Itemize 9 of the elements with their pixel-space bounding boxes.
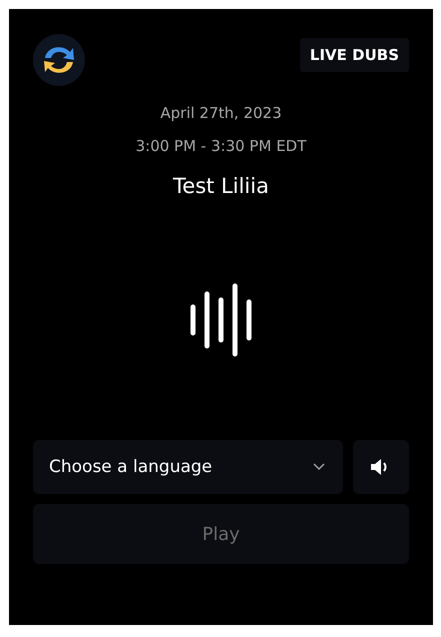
- event-time: 3:00 PM - 3:30 PM EDT: [134, 137, 308, 155]
- volume-button[interactable]: [353, 440, 409, 494]
- event-date: April 27th, 2023: [159, 104, 283, 122]
- audio-wave-icon: [190, 282, 252, 358]
- logo-icon: [33, 34, 85, 86]
- chevron-down-icon: [313, 463, 325, 471]
- event-title: Test Liliia: [172, 174, 270, 198]
- language-select[interactable]: Choose a language: [33, 440, 343, 494]
- live-dubs-badge: LIVE DUBS: [300, 38, 409, 72]
